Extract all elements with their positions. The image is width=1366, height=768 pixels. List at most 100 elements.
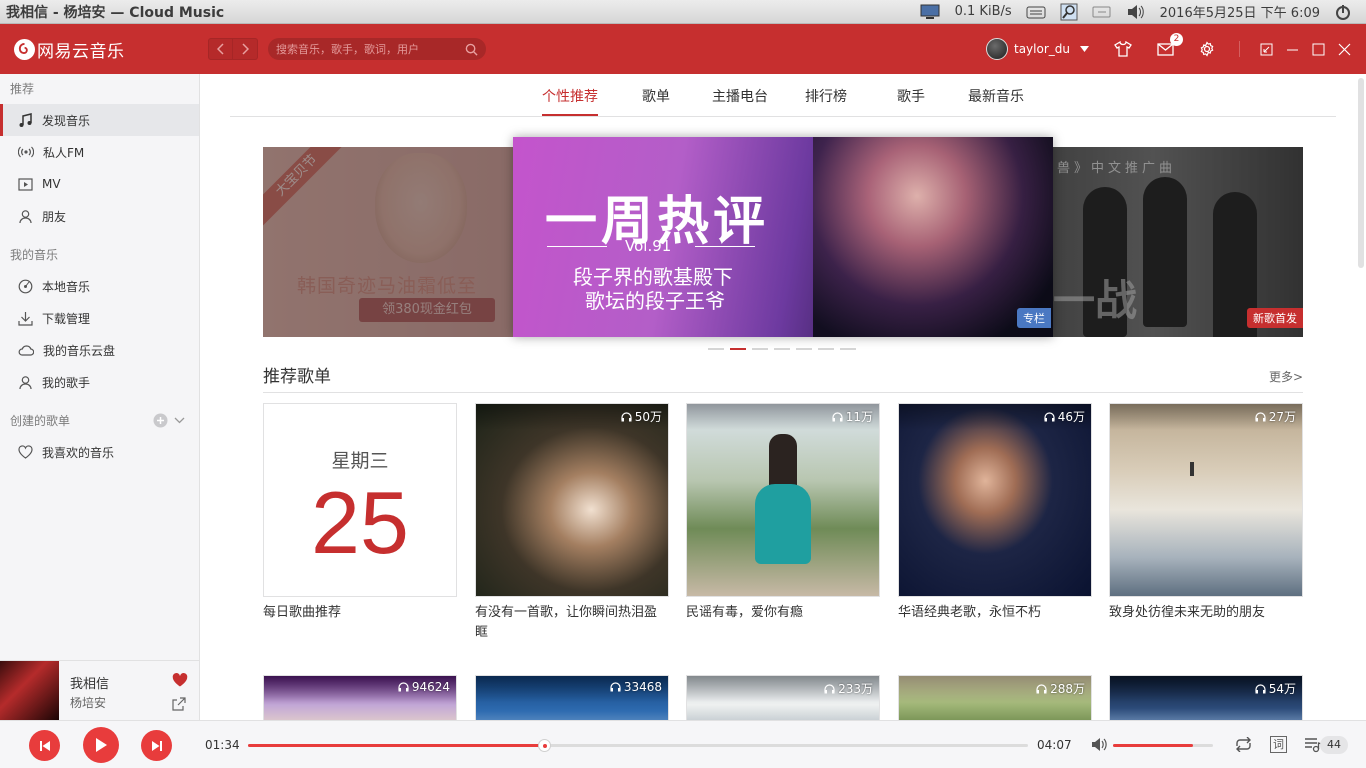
play-button[interactable] bbox=[83, 727, 119, 763]
sidebar-item-friends[interactable]: 朋友 bbox=[0, 200, 199, 232]
tab-radio[interactable]: 主播电台 bbox=[712, 86, 768, 106]
playlist-cover[interactable]: 94624 bbox=[263, 675, 457, 720]
playlist-card[interactable]: 288万 bbox=[898, 675, 1092, 720]
battery-icon[interactable] bbox=[1092, 0, 1112, 24]
carousel-dot[interactable] bbox=[818, 348, 834, 350]
progress-bar[interactable] bbox=[248, 739, 1028, 752]
search-icon[interactable] bbox=[465, 43, 478, 56]
tab-playlists[interactable]: 歌单 bbox=[642, 86, 670, 106]
sidebar-item-download[interactable]: 下载管理 bbox=[0, 302, 199, 334]
forward-button[interactable] bbox=[233, 38, 258, 60]
banner-slide-right[interactable]: 兽》中文推广曲 一战 新歌首发 bbox=[1053, 147, 1303, 337]
loop-mode-icon[interactable] bbox=[1234, 737, 1253, 752]
keyboard-icon[interactable] bbox=[1026, 0, 1046, 24]
user-name[interactable]: taylor_du bbox=[1014, 42, 1070, 56]
tab-charts[interactable]: 排行榜 bbox=[805, 86, 847, 106]
playlist-title[interactable]: 每日歌曲推荐 bbox=[263, 603, 457, 623]
playlist-cover[interactable]: 33468 bbox=[475, 675, 669, 720]
carousel-dot[interactable] bbox=[752, 348, 768, 350]
play-count-value: 27万 bbox=[1268, 410, 1296, 424]
playlist-cover[interactable]: 54万 bbox=[1109, 675, 1303, 720]
messages-button[interactable]: 2 bbox=[1155, 33, 1183, 59]
share-icon[interactable] bbox=[172, 697, 186, 711]
lyrics-button[interactable]: 词 bbox=[1270, 736, 1287, 753]
playlist-cover[interactable]: 27万 bbox=[1109, 403, 1303, 597]
search-box[interactable] bbox=[268, 38, 486, 60]
banner-slide-center[interactable]: 一周热评 Vol.91 段子界的歌基殿下 歌坛的段子王爷 专栏 bbox=[513, 137, 1053, 337]
user-avatar[interactable] bbox=[986, 38, 1008, 60]
power-icon[interactable] bbox=[1334, 0, 1352, 24]
sidebar-item-discover[interactable]: 发现音乐 bbox=[0, 104, 199, 136]
minimize-button[interactable] bbox=[1282, 39, 1302, 59]
carousel-dot[interactable] bbox=[708, 348, 724, 350]
playlist-cover[interactable]: 11万 bbox=[686, 403, 880, 597]
sidebar-item-cloud[interactable]: 我的音乐云盘 bbox=[0, 334, 199, 366]
sidebar-item-mv[interactable]: MV bbox=[0, 168, 199, 200]
close-button[interactable] bbox=[1334, 39, 1354, 59]
carousel-dot[interactable] bbox=[730, 348, 746, 350]
network-monitor-icon[interactable] bbox=[919, 0, 941, 24]
next-button[interactable] bbox=[141, 730, 172, 761]
playlist-card[interactable]: 27万 致身处彷徨未来无助的朋友 bbox=[1109, 403, 1303, 623]
datetime[interactable]: 2016年5月25日 下午 6:09 bbox=[1160, 0, 1320, 24]
chevron-down-icon[interactable] bbox=[174, 417, 185, 424]
search-tool-icon[interactable] bbox=[1060, 0, 1078, 24]
scrollbar[interactable] bbox=[1358, 78, 1364, 268]
banner-carousel[interactable]: 大宝贝节 韩国奇迹马油霜低至 领380现金红包 兽》中文推广曲 一战 新歌首发 … bbox=[263, 137, 1303, 337]
playlist-cover[interactable]: 46万 bbox=[898, 403, 1092, 597]
like-heart-icon[interactable] bbox=[172, 673, 188, 687]
playlist-card[interactable]: 54万 bbox=[1109, 675, 1303, 720]
playlist-card[interactable]: 94624 bbox=[263, 675, 457, 720]
volume-icon[interactable] bbox=[1091, 737, 1108, 752]
banner-slide-left[interactable]: 大宝贝节 韩国奇迹马油霜低至 领380现金红包 bbox=[263, 147, 523, 337]
playlist-count[interactable]: 44 bbox=[1320, 736, 1348, 754]
progress-fill bbox=[248, 744, 545, 747]
now-playing-panel[interactable]: 我相信 杨培安 bbox=[0, 660, 200, 720]
skin-button[interactable] bbox=[1113, 39, 1133, 59]
more-link[interactable]: 更多> bbox=[1269, 368, 1303, 385]
volume-slider[interactable] bbox=[1113, 744, 1213, 747]
album-cover[interactable] bbox=[0, 661, 59, 720]
mini-mode-button[interactable] bbox=[1256, 39, 1276, 59]
playlist-card[interactable]: 33468 bbox=[475, 675, 669, 720]
search-input[interactable] bbox=[276, 42, 465, 56]
headphones-icon bbox=[1044, 411, 1055, 421]
playlist-cover[interactable]: 288万 bbox=[898, 675, 1092, 720]
playlist-title[interactable]: 华语经典老歌，永恒不朽 bbox=[898, 603, 1092, 623]
tab-personal-recommend[interactable]: 个性推荐 bbox=[542, 86, 598, 106]
maximize-button[interactable] bbox=[1308, 39, 1328, 59]
play-count: 33468 bbox=[610, 680, 662, 694]
app-logo[interactable]: 网易云音乐 bbox=[14, 37, 194, 62]
playlist-title[interactable]: 民谣有毒，爱你有瘾 bbox=[686, 603, 880, 623]
daily-recommend-card[interactable]: 星期三 25 每日歌曲推荐 bbox=[263, 403, 457, 623]
lyrics-label: 词 bbox=[1273, 738, 1284, 751]
sidebar-item-singers[interactable]: 我的歌手 bbox=[0, 366, 199, 398]
daily-cover[interactable]: 星期三 25 bbox=[263, 403, 457, 597]
sidebar-item-fm[interactable]: 私人FM bbox=[0, 136, 199, 168]
caret-down-icon[interactable] bbox=[1080, 46, 1089, 52]
now-playing-song[interactable]: 我相信 bbox=[70, 673, 109, 692]
back-button[interactable] bbox=[208, 38, 233, 60]
sidebar-item-liked-music[interactable]: 我喜欢的音乐 bbox=[0, 436, 199, 468]
playlist-title[interactable]: 有没有一首歌，让你瞬间热泪盈眶 bbox=[475, 603, 669, 643]
playlist-card[interactable]: 11万 民谣有毒，爱你有瘾 bbox=[686, 403, 880, 623]
now-playing-artist[interactable]: 杨培安 bbox=[70, 694, 106, 711]
headphones-icon bbox=[824, 683, 835, 693]
progress-handle[interactable] bbox=[538, 739, 552, 752]
sidebar-item-local[interactable]: 本地音乐 bbox=[0, 270, 199, 302]
settings-button[interactable] bbox=[1197, 39, 1217, 59]
carousel-dot[interactable] bbox=[796, 348, 812, 350]
playlist-cover[interactable]: 233万 bbox=[686, 675, 880, 720]
previous-button[interactable] bbox=[29, 730, 60, 761]
tab-new-music[interactable]: 最新音乐 bbox=[968, 86, 1024, 106]
add-playlist-icon[interactable] bbox=[153, 413, 168, 428]
volume-icon[interactable] bbox=[1126, 0, 1146, 24]
playlist-cover[interactable]: 50万 bbox=[475, 403, 669, 597]
playlist-card[interactable]: 233万 bbox=[686, 675, 880, 720]
carousel-dot[interactable] bbox=[774, 348, 790, 350]
playlist-card[interactable]: 50万 有没有一首歌，让你瞬间热泪盈眶 bbox=[475, 403, 669, 643]
tab-singers[interactable]: 歌手 bbox=[897, 86, 925, 106]
playlist-title[interactable]: 致身处彷徨未来无助的朋友 bbox=[1109, 603, 1303, 623]
carousel-dot[interactable] bbox=[840, 348, 856, 350]
playlist-card[interactable]: 46万 华语经典老歌，永恒不朽 bbox=[898, 403, 1092, 623]
